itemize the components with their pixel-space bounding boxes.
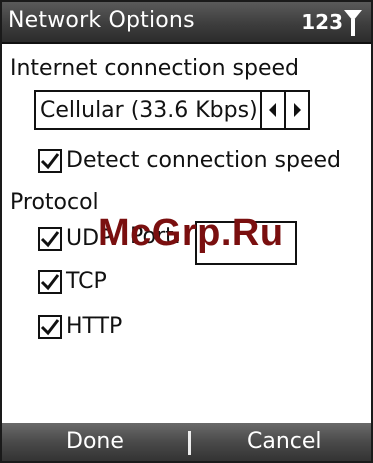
checkmark-icon <box>40 230 60 247</box>
http-option[interactable]: HTTP <box>38 314 122 339</box>
detect-speed-label: Detect connection speed <box>66 148 342 173</box>
title-bar: Network Options 123 <box>2 2 371 44</box>
tcp-checkbox[interactable] <box>38 269 62 294</box>
previous-option-button[interactable] <box>260 92 284 128</box>
tcp-label: TCP <box>66 269 107 294</box>
watermark: McGrp.Ru <box>98 212 284 254</box>
checkmark-icon <box>40 273 60 290</box>
checkmark-icon <box>40 318 60 335</box>
softkey-bar: Done Cancel <box>2 423 371 461</box>
connection-speed-value: Cellular (33.6 Kbps) <box>40 97 258 123</box>
window-title: Network Options <box>8 8 195 33</box>
title-bar-divider <box>2 42 371 44</box>
http-label: HTTP <box>66 314 123 339</box>
udp-checkbox[interactable] <box>38 226 62 251</box>
done-button[interactable]: Done <box>66 429 124 454</box>
left-arrow-icon <box>269 103 276 117</box>
protocol-label: Protocol <box>10 190 99 215</box>
signal-strength-icon <box>344 10 362 36</box>
http-checkbox[interactable] <box>38 314 62 339</box>
softkey-divider <box>188 431 191 455</box>
input-mode-indicator: 123 <box>301 10 343 34</box>
connection-speed-label: Internet connection speed <box>10 56 300 81</box>
checkmark-icon <box>40 152 60 169</box>
tcp-option[interactable]: TCP <box>38 269 107 294</box>
device-screen: Network Options 123 Internet connection … <box>0 0 373 463</box>
next-option-button[interactable] <box>284 92 308 128</box>
detect-speed-checkbox[interactable] <box>38 148 62 173</box>
right-arrow-icon <box>294 103 301 117</box>
detect-speed-option[interactable]: Detect connection speed <box>38 148 341 173</box>
connection-speed-selector[interactable]: Cellular (33.6 Kbps) <box>34 90 310 130</box>
cancel-button[interactable]: Cancel <box>247 429 322 454</box>
